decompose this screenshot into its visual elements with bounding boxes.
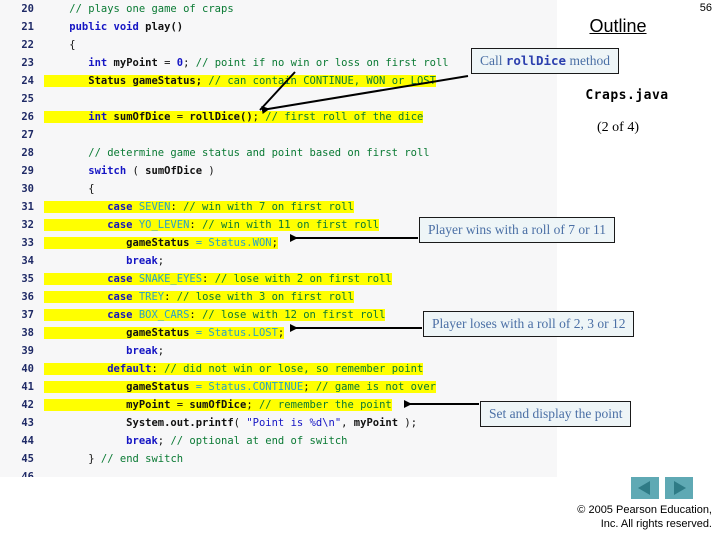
triangle-right-icon xyxy=(674,481,686,495)
copyright-line-2: Inc. All rights reserved. xyxy=(600,518,712,530)
callout-player-wins: Player wins with a roll of 7 or 11 xyxy=(419,217,615,243)
copyright-notice: © 2005 Pearson Education, Inc. All right… xyxy=(420,503,712,531)
callout-player-loses: Player loses with a roll of 2, 3 or 12 xyxy=(423,311,635,337)
callout-rolldice-post: method xyxy=(566,53,610,68)
callout-set-display-point: Set and display the point xyxy=(480,401,632,427)
slide-canvas: 20 // plays one game of craps 21 public v… xyxy=(0,0,720,540)
callout-rolldice-pre: Call xyxy=(480,53,506,68)
leader-line-rolldice xyxy=(261,75,469,114)
callout-leader-lines-group xyxy=(261,75,479,408)
next-slide-button[interactable] xyxy=(665,477,693,499)
callout-call-rolldice: Call rollDice method xyxy=(471,48,619,74)
previous-slide-button[interactable] xyxy=(631,477,659,499)
copyright-line-1: © 2005 Pearson Education, xyxy=(577,504,712,516)
triangle-left-icon xyxy=(638,481,650,495)
callout-rolldice-method: rollDice xyxy=(505,53,567,68)
